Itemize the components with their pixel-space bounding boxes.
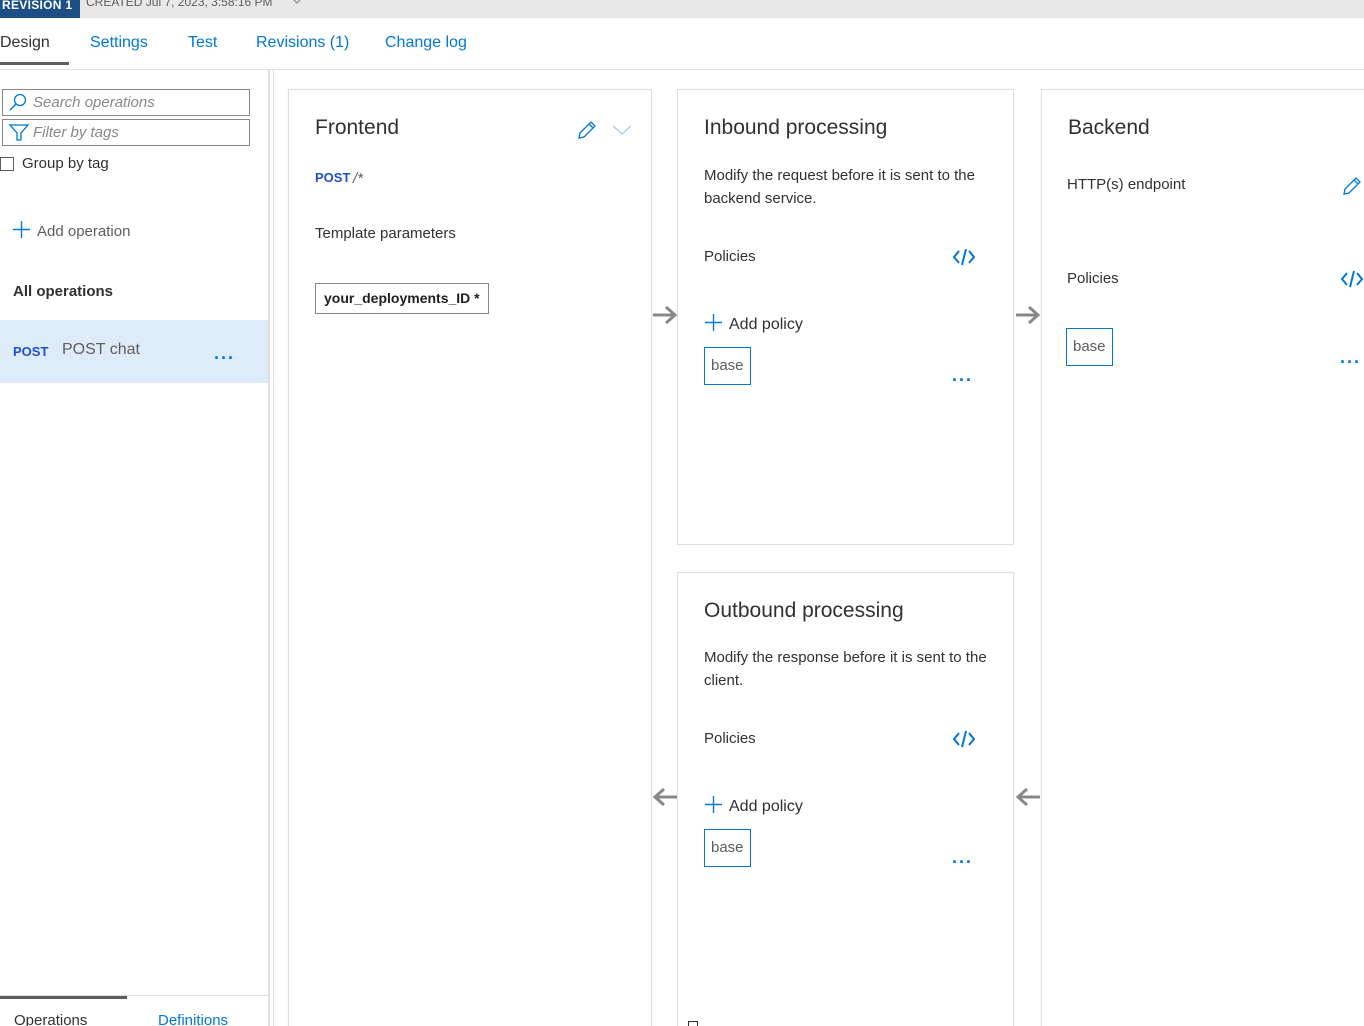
operation-more-button[interactable]: ... — [214, 344, 235, 362]
inbound-description: Modify the request before it is sent to … — [704, 167, 975, 207]
operations-panel: Group by tag Add operation All operation… — [0, 70, 269, 1026]
search-operations-box — [2, 89, 250, 116]
inbound-base-policy[interactable]: base — [704, 347, 751, 385]
revision-bar: REVISION 1 CREATED Jul 7, 2023, 3:58:16 … — [0, 0, 1364, 18]
arrow-left-icon — [1014, 786, 1042, 812]
tab-change-log[interactable]: Change log — [385, 34, 467, 52]
backend-policies-label: Policies — [1067, 270, 1119, 287]
code-icon[interactable] — [1340, 270, 1364, 292]
outbound-description: Modify the response before it is sent to… — [704, 649, 987, 689]
add-operation-button[interactable]: Add operation — [12, 220, 130, 243]
filter-tags-input[interactable] — [33, 123, 243, 142]
search-icon — [8, 93, 28, 117]
add-policy-label: Add policy — [729, 316, 803, 333]
tab-definitions[interactable]: Definitions — [158, 1012, 228, 1026]
outbound-title: Outbound processing — [704, 599, 904, 622]
backend-base-policy[interactable]: base — [1066, 328, 1113, 366]
active-bottom-tab-indicator — [0, 996, 127, 999]
pencil-icon[interactable] — [1340, 174, 1364, 202]
outbound-add-policy-button[interactable]: Add policy — [704, 795, 803, 819]
group-by-tag[interactable]: Group by tag — [0, 155, 109, 172]
operation-name: POST chat — [62, 341, 140, 358]
outbound-processing-card: Outbound processing Modify the response … — [677, 572, 1014, 1026]
frontend-card: Frontend POST /* Template parameters you… — [288, 89, 652, 1026]
all-operations-heading[interactable]: All operations — [13, 283, 113, 300]
inbound-title: Inbound processing — [704, 116, 888, 139]
tab-operations[interactable]: Operations — [14, 1012, 87, 1026]
outbound-policies-label: Policies — [704, 730, 756, 747]
plus-icon — [704, 313, 723, 337]
active-tab-indicator — [0, 62, 69, 65]
mouse-cursor — [688, 1021, 698, 1026]
inbound-add-policy-button[interactable]: Add policy — [704, 313, 803, 337]
frontend-method: POST — [315, 170, 351, 185]
code-icon[interactable] — [952, 730, 976, 752]
group-by-tag-label: Group by tag — [22, 155, 109, 172]
tab-revisions[interactable]: Revisions (1) — [256, 34, 349, 52]
plus-icon — [12, 220, 31, 243]
inbound-more-button[interactable]: ... — [952, 366, 973, 384]
panel-bottom-tabs: Operations Definitions — [0, 995, 269, 1026]
operation-method: POST — [13, 344, 49, 359]
template-parameters-label: Template parameters — [315, 225, 456, 242]
outbound-more-button[interactable]: ... — [952, 848, 973, 866]
search-operations-input[interactable] — [33, 93, 243, 112]
api-design-page: REVISION 1 CREATED Jul 7, 2023, 3:58:16 … — [0, 0, 1364, 1026]
panel-divider — [273, 70, 274, 1026]
group-by-tag-checkbox[interactable] — [0, 156, 14, 171]
operation-row[interactable]: POST POST chat ... — [0, 320, 269, 383]
revision-badge: REVISION 1 — [0, 0, 80, 18]
filter-tags-box — [2, 119, 250, 146]
frontend-path: /* — [353, 170, 364, 187]
tab-bar: Design Settings Test Revisions (1) Chang… — [0, 18, 1364, 70]
panel-splitter[interactable] — [268, 70, 270, 1026]
add-operation-label: Add operation — [37, 223, 131, 240]
tab-settings[interactable]: Settings — [90, 34, 148, 52]
template-parameter[interactable]: your_deployments_ID * — [315, 283, 489, 314]
backend-title: Backend — [1068, 116, 1150, 139]
backend-more-button[interactable]: ... — [1340, 348, 1361, 366]
add-policy-label: Add policy — [729, 798, 803, 815]
outbound-base-policy[interactable]: base — [704, 829, 751, 867]
arrow-right-icon — [651, 304, 679, 330]
tab-test[interactable]: Test — [188, 34, 217, 52]
plus-icon — [704, 795, 723, 819]
arrow-left-icon — [651, 786, 679, 812]
pencil-icon[interactable] — [575, 118, 599, 146]
filter-icon — [8, 123, 30, 147]
chevron-down-icon[interactable] — [288, 0, 306, 12]
revision-created-date: CREATED Jul 7, 2023, 3:58:16 PM — [86, 0, 273, 9]
chevron-down-icon[interactable] — [611, 122, 633, 142]
code-icon[interactable] — [952, 248, 976, 270]
inbound-policies-label: Policies — [704, 248, 756, 265]
backend-card: Backend HTTP(s) endpoint Policies base .… — [1041, 89, 1364, 1026]
frontend-title: Frontend — [315, 116, 400, 139]
inbound-processing-card: Inbound processing Modify the request be… — [677, 89, 1014, 545]
backend-endpoint: HTTP(s) endpoint — [1067, 176, 1186, 193]
tab-design[interactable]: Design — [0, 34, 50, 52]
arrow-right-icon — [1014, 304, 1042, 330]
